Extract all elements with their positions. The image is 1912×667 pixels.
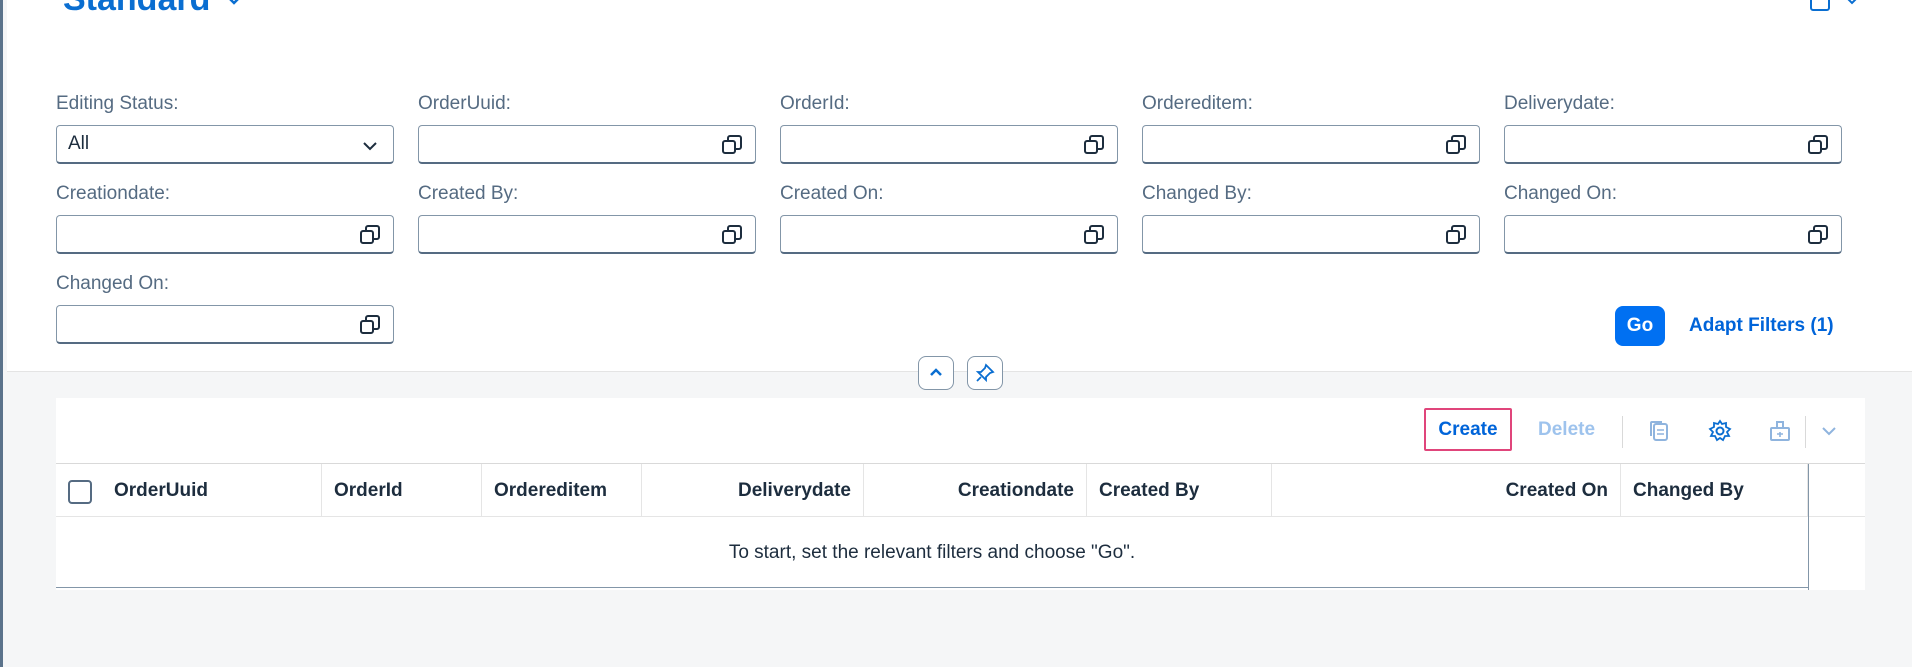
filter-label: Editing Status:: [56, 93, 179, 114]
filter-label: Changed By:: [1142, 183, 1252, 204]
column-label: Created By: [1099, 480, 1200, 501]
column-label: Deliverydate: [737, 480, 851, 501]
column-label: Created On: [1505, 480, 1608, 501]
created-by-input[interactable]: [418, 215, 756, 254]
value-help-icon[interactable]: [1083, 224, 1105, 246]
filter-creationdate: Creationdate:: [56, 181, 394, 254]
adapt-filters-button[interactable]: Adapt Filters (1): [1689, 315, 1834, 337]
orderuuid-input[interactable]: [418, 125, 756, 164]
filter-editing-status: Editing Status: All: [56, 91, 394, 164]
select-all-checkbox[interactable]: [68, 480, 92, 504]
value-help-icon[interactable]: [721, 224, 743, 246]
value-help-icon[interactable]: [1083, 134, 1105, 156]
filter-created-on: Created On:: [780, 181, 1118, 254]
column-label: Ordereditem: [494, 480, 607, 501]
filter-created-by: Created By:: [418, 181, 756, 254]
orderid-input[interactable]: [780, 125, 1118, 164]
filter-label: Created On:: [780, 183, 884, 204]
filter-orderuuid: OrderUuid:: [418, 91, 756, 164]
column-created-by[interactable]: Created By: [1087, 464, 1272, 517]
orders-table: Create Delete OrderUuid OrderId Orderedi…: [56, 398, 1865, 590]
column-ordereditem[interactable]: Ordereditem: [482, 464, 642, 517]
share-icon[interactable]: [1808, 0, 1832, 12]
collapse-header-button[interactable]: [918, 356, 954, 390]
pin-header-button[interactable]: [967, 356, 1003, 390]
editing-status-select[interactable]: All: [56, 125, 394, 164]
chevron-up-icon: [930, 368, 942, 376]
filter-header: Standard Editing Status: All OrderUuid: …: [7, 0, 1912, 372]
select-value: All: [68, 133, 90, 154]
filter-label: Creationdate:: [56, 183, 171, 204]
table-header: OrderUuid OrderId Ordereditem Deliveryda…: [56, 464, 1865, 517]
changed-on-input-2[interactable]: [56, 305, 394, 344]
filter-changed-on-2: Changed On:: [56, 271, 394, 344]
chevron-down-icon[interactable]: [1816, 418, 1842, 444]
chevron-down-icon: [363, 142, 377, 151]
value-help-icon[interactable]: [359, 314, 381, 336]
table-toolbar: Create Delete: [56, 398, 1865, 464]
left-border: [0, 0, 3, 667]
deliverydate-input[interactable]: [1504, 125, 1842, 164]
table-right-border: [1808, 464, 1809, 590]
filter-ordereditem: Ordereditem:: [1142, 91, 1480, 164]
column-label: Creationdate: [957, 480, 1074, 501]
value-help-icon[interactable]: [1807, 224, 1829, 246]
create-button[interactable]: Create: [1424, 408, 1512, 451]
column-label: OrderId: [334, 480, 403, 501]
variant-selector[interactable]: Standard: [63, 0, 244, 19]
ordereditem-input[interactable]: [1142, 125, 1480, 164]
no-data-message: To start, set the relevant filters and c…: [56, 518, 1808, 588]
pin-icon: [975, 363, 995, 383]
created-on-input[interactable]: [780, 215, 1118, 254]
chevron-down-icon: [230, 0, 239, 5]
export-icon[interactable]: [1767, 418, 1793, 444]
filter-label: OrderId:: [780, 93, 850, 114]
changed-on-input[interactable]: [1504, 215, 1842, 254]
filter-label: Changed On:: [1504, 183, 1618, 204]
filter-orderid: OrderId:: [780, 91, 1118, 164]
filter-deliverydate: Deliverydate:: [1504, 91, 1842, 164]
filter-changed-on: Changed On:: [1504, 181, 1842, 254]
filter-label: Ordereditem:: [1142, 93, 1253, 114]
filter-changed-by: Changed By:: [1142, 181, 1480, 254]
column-orderuuid[interactable]: OrderUuid: [56, 464, 322, 517]
copy-icon[interactable]: [1646, 418, 1672, 444]
changed-by-input[interactable]: [1142, 215, 1480, 254]
creationdate-input[interactable]: [56, 215, 394, 254]
filter-label: Created By:: [418, 183, 519, 204]
filter-label: Changed On:: [56, 273, 170, 294]
filter-label: OrderUuid:: [418, 93, 511, 114]
column-label: OrderUuid: [114, 480, 208, 501]
value-help-icon[interactable]: [1445, 224, 1467, 246]
settings-icon[interactable]: [1707, 418, 1733, 444]
value-help-icon[interactable]: [1807, 134, 1829, 156]
filter-label: Deliverydate:: [1504, 93, 1615, 114]
chevron-down-icon[interactable]: [1844, 0, 1860, 8]
column-changed-by[interactable]: Changed By: [1621, 464, 1808, 517]
column-created-on[interactable]: Created On: [1272, 464, 1621, 517]
variant-title: Standard: [63, 0, 210, 19]
column-orderid[interactable]: OrderId: [322, 464, 482, 517]
delete-button[interactable]: Delete: [1538, 419, 1595, 441]
go-button[interactable]: Go: [1615, 306, 1665, 346]
value-help-icon[interactable]: [721, 134, 743, 156]
column-label: Changed By: [1633, 480, 1744, 501]
column-deliverydate[interactable]: Deliverydate: [642, 464, 864, 517]
column-creationdate[interactable]: Creationdate: [864, 464, 1087, 517]
value-help-icon[interactable]: [359, 224, 381, 246]
toolbar-separator: [1805, 416, 1806, 448]
value-help-icon[interactable]: [1445, 134, 1467, 156]
toolbar-separator: [1622, 416, 1623, 448]
